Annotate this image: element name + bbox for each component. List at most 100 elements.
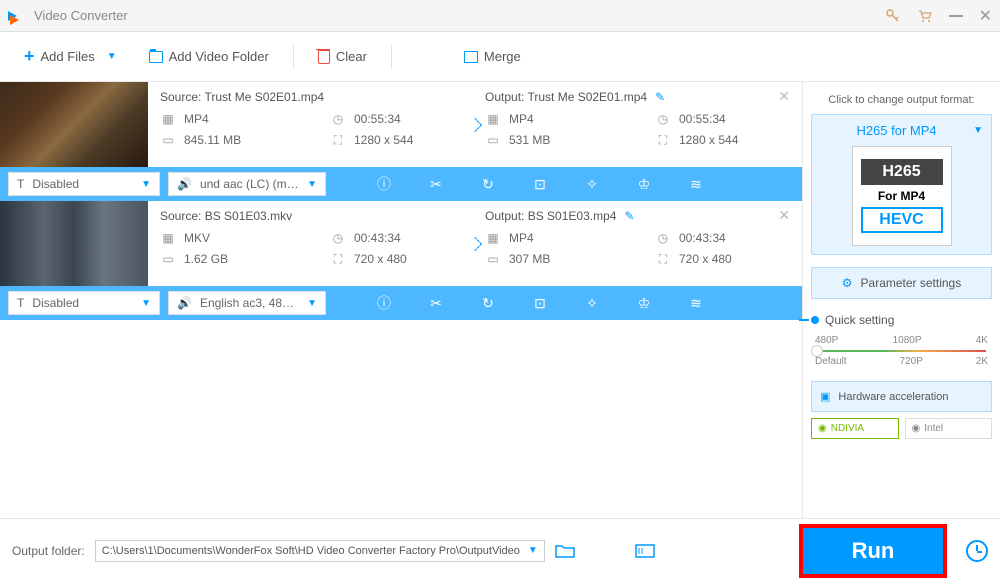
video-thumbnail[interactable] [0,82,148,167]
main-toolbar: + Add Files ▼ Add Video Folder Clear Mer… [0,32,1000,82]
run-button[interactable]: Run [802,527,944,575]
source-label: Source: Trust Me S02E01.mp4 [160,90,465,104]
video-list: Source: Trust Me S02E01.mp4 ▦MP4 ◷00:55:… [0,82,802,518]
crop-icon[interactable]: ⊡ [530,174,550,194]
format-icon: ▦ [485,230,501,246]
clock-icon: ◷ [330,230,346,246]
remove-item-icon[interactable]: ✕ [778,207,790,224]
edit-icon[interactable]: ✎ [624,209,634,223]
video-item: Source: Trust Me S02E01.mp4 ▦MP4 ◷00:55:… [0,82,802,201]
video-thumbnail[interactable] [0,201,148,286]
size-icon: ▭ [160,132,176,148]
watermark-icon[interactable]: ♔ [634,293,654,313]
chevron-down-icon: ▼ [528,545,538,556]
settings-icon: ⚙ [842,276,853,290]
chevron-down-icon: ▼ [107,51,117,62]
format-title: H265 for MP4 [820,123,973,138]
info-icon[interactable]: ⓘ [374,293,394,313]
subtitle-icon: T [17,296,24,310]
separator [293,45,294,69]
clear-button[interactable]: Clear [306,41,379,72]
output-label: Output: BS S01E03.mp4✎ [485,209,790,223]
nvidia-icon: ◉ [818,423,827,434]
resolution-icon: ⛶ [655,132,671,148]
format-icon: ▦ [160,111,176,127]
plus-icon: + [24,46,35,67]
intel-icon: ◉ [912,423,921,434]
item-action-bar: T Disabled ▼ 🔊 English ac3, 48000 H ▼ ⓘ … [0,286,802,320]
rotate-icon[interactable]: ↻ [478,293,498,313]
subtitle-dropdown[interactable]: T Disabled ▼ [8,172,160,196]
format-preview: H265 For MP4 HEVC [852,146,952,246]
schedule-icon[interactable] [966,540,988,562]
filter-icon[interactable]: ≋ [686,293,706,313]
folder-icon [149,51,163,63]
size-icon: ▭ [485,132,501,148]
app-logo-icon [8,7,26,25]
slider-thumb[interactable] [811,345,823,357]
info-icon[interactable]: ⓘ [374,174,394,194]
arrow-right-icon [465,90,485,159]
chevron-down-icon: ▼ [141,179,151,190]
clock-icon: ◷ [655,111,671,127]
clock-icon: ◷ [655,230,671,246]
effects-icon[interactable]: ✧ [582,174,602,194]
chevron-down-icon: ▼ [973,125,983,136]
quality-labels-top: 480P1080P4K [811,335,992,346]
format-icon: ▦ [485,111,501,127]
audio-dropdown[interactable]: 🔊 und aac (LC) (mp4a ▼ [168,172,326,196]
add-files-button[interactable]: + Add Files ▼ [12,38,129,75]
key-icon[interactable] [885,8,901,24]
merge-icon [464,51,478,63]
effects-icon[interactable]: ✧ [582,293,602,313]
filter-icon[interactable]: ≋ [686,174,706,194]
quality-slider[interactable] [817,350,986,352]
resolution-icon: ⛶ [330,251,346,267]
sidebar: Click to change output format: H265 for … [802,82,1000,518]
hardware-acceleration-button[interactable]: ▣ Hardware acceleration [811,381,992,412]
item-action-bar: T Disabled ▼ 🔊 und aac (LC) (mp4a ▼ ⓘ ✂ … [0,167,802,201]
merge-button[interactable]: Merge [452,41,533,72]
quality-labels-bottom: Default720P2K [811,356,992,367]
subtitle-dropdown[interactable]: T Disabled ▼ [8,291,160,315]
source-label: Source: BS S01E03.mkv [160,209,465,223]
app-title: Video Converter [34,8,885,23]
watermark-icon[interactable]: ♔ [634,174,654,194]
cut-icon[interactable]: ✂ [426,174,446,194]
edit-icon[interactable]: ✎ [655,90,665,104]
arrow-right-icon [465,209,485,278]
output-folder-input[interactable]: C:\Users\1\Documents\WonderFox Soft\HD V… [95,540,545,562]
audio-dropdown[interactable]: 🔊 English ac3, 48000 H ▼ [168,291,326,315]
size-icon: ▭ [485,251,501,267]
intel-button[interactable]: ◉ Intel [905,418,993,439]
trash-icon [318,50,330,64]
output-label: Output: Trust Me S02E01.mp4✎ [485,90,790,104]
change-format-label: Click to change output format: [811,94,992,106]
subtitle-icon: T [17,177,24,191]
chevron-down-icon: ▼ [141,298,151,309]
rotate-icon[interactable]: ↻ [478,174,498,194]
open-folder-icon[interactable] [635,543,655,559]
parameter-settings-button[interactable]: ⚙ Parameter settings [811,267,992,299]
cart-icon[interactable] [917,8,933,24]
output-format-selector[interactable]: H265 for MP4 ▼ H265 For MP4 HEVC [811,114,992,255]
cut-icon[interactable]: ✂ [426,293,446,313]
chevron-down-icon: ▼ [307,298,317,309]
resolution-icon: ⛶ [655,251,671,267]
audio-icon: 🔊 [177,296,192,310]
format-icon: ▦ [160,230,176,246]
nvidia-button[interactable]: ◉ NDIVIA [811,418,899,439]
output-folder-label: Output folder: [12,544,85,558]
separator [391,45,392,69]
close-icon[interactable]: ✕ [979,6,992,26]
audio-icon: 🔊 [177,177,192,191]
video-item: Source: BS S01E03.mkv ▦MKV ◷00:43:34 ▭1.… [0,201,802,320]
add-folder-button[interactable]: Add Video Folder [137,41,281,72]
crop-icon[interactable]: ⊡ [530,293,550,313]
resolution-icon: ⛶ [330,132,346,148]
minimize-icon[interactable] [949,15,963,17]
bullet-icon [811,316,819,324]
browse-folder-icon[interactable] [555,543,575,559]
remove-item-icon[interactable]: ✕ [778,88,790,105]
clock-icon: ◷ [330,111,346,127]
